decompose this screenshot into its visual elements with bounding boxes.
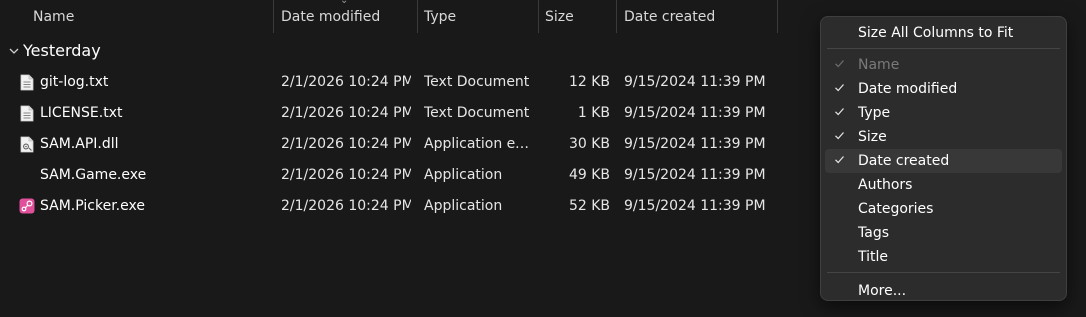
- column-divider[interactable]: [417, 0, 418, 33]
- file-date-modified: 2/1/2026 10:24 PM: [281, 198, 411, 214]
- file-name: SAM.Picker.exe: [40, 198, 145, 214]
- file-date-created: 9/15/2024 11:39 PM: [624, 167, 766, 183]
- menu-item-categories[interactable]: Categories: [825, 197, 1062, 221]
- file-date-modified: 2/1/2026 10:24 PM: [281, 105, 411, 121]
- group-header-yesterday[interactable]: Yesterday: [7, 38, 101, 64]
- text-file-icon: [20, 105, 34, 122]
- file-date-created: 9/15/2024 11:39 PM: [624, 136, 766, 152]
- menu-separator: [827, 48, 1060, 49]
- file-size: 1 KB: [577, 105, 610, 121]
- menu-item-label: Name: [858, 57, 900, 73]
- menu-item-label: Title: [858, 249, 889, 265]
- file-size: 52 KB: [568, 198, 610, 214]
- file-type: Application: [424, 198, 503, 214]
- checkmark-icon: [835, 156, 844, 164]
- file-date-modified: 2/1/2026 10:24 PM: [281, 167, 411, 183]
- column-header-size[interactable]: Size: [545, 0, 574, 33]
- column-header-type[interactable]: Type: [424, 0, 456, 33]
- file-row[interactable]: git-log.txt 2/1/2026 10:24 PM Text Docum…: [0, 67, 778, 98]
- file-row[interactable]: SAM.Game.exe 2/1/2026 10:24 PM Applicati…: [0, 160, 778, 191]
- file-row[interactable]: LICENSE.txt 2/1/2026 10:24 PM Text Docum…: [0, 98, 778, 129]
- menu-separator: [827, 272, 1060, 273]
- file-size: 49 KB: [568, 167, 610, 183]
- column-divider[interactable]: [777, 0, 778, 33]
- menu-item-authors[interactable]: Authors: [825, 173, 1062, 197]
- text-file-icon: [20, 74, 34, 91]
- column-header-date-created[interactable]: Date created: [624, 0, 715, 33]
- file-name: git-log.txt: [40, 74, 109, 90]
- column-header-name[interactable]: Name: [33, 0, 74, 33]
- file-date-modified: 2/1/2026 10:24 PM: [281, 136, 411, 152]
- file-type: Text Document: [424, 105, 530, 121]
- menu-item-label: Date created: [858, 153, 950, 169]
- file-name: SAM.API.dll: [40, 136, 119, 152]
- column-divider[interactable]: [273, 0, 274, 33]
- file-date-modified: 2/1/2026 10:24 PM: [281, 74, 411, 90]
- file-name: LICENSE.txt: [40, 105, 123, 121]
- column-header-date-modified[interactable]: Date modified: [281, 0, 380, 33]
- group-label: Yesterday: [23, 41, 101, 60]
- menu-item-label: Authors: [858, 177, 913, 193]
- menu-item-tags[interactable]: Tags: [825, 221, 1062, 245]
- file-type: Application ex...: [424, 136, 534, 152]
- chevron-down-icon[interactable]: [7, 44, 21, 58]
- column-divider[interactable]: [616, 0, 617, 33]
- menu-item-label: Type: [858, 105, 891, 121]
- checkmark-icon: [835, 108, 844, 116]
- menu-item-date-created[interactable]: Date created: [825, 149, 1062, 173]
- file-type: Text Document: [424, 74, 530, 90]
- column-context-menu: Size All Columns to Fit Name Date modifi…: [820, 16, 1067, 301]
- menu-item-label: Categories: [858, 201, 934, 217]
- file-size: 12 KB: [568, 74, 610, 90]
- checkmark-icon: [835, 84, 844, 92]
- column-divider[interactable]: [538, 0, 539, 33]
- checkmark-icon: [835, 60, 844, 68]
- menu-item-label: Size: [858, 129, 887, 145]
- dll-file-icon: [20, 136, 34, 153]
- checkmark-icon: [835, 132, 844, 140]
- menu-item-more[interactable]: More...: [825, 279, 1062, 303]
- file-date-created: 9/15/2024 11:39 PM: [624, 74, 766, 90]
- file-explorer-details-view: ⌄ Name Date modified Type Size Date crea…: [0, 0, 1086, 317]
- file-date-created: 9/15/2024 11:39 PM: [624, 105, 766, 121]
- menu-item-size[interactable]: Size: [825, 125, 1062, 149]
- menu-item-label: Tags: [858, 225, 889, 241]
- menu-item-name: Name: [825, 53, 1062, 77]
- menu-item-type[interactable]: Type: [825, 101, 1062, 125]
- menu-item-date-modified[interactable]: Date modified: [825, 77, 1062, 101]
- menu-item-size-all-columns-to-fit[interactable]: Size All Columns to Fit: [825, 21, 1062, 45]
- menu-item-title[interactable]: Title: [825, 245, 1062, 269]
- column-header-bar: ⌄ Name Date modified Type Size Date crea…: [0, 0, 778, 33]
- menu-item-label: More...: [858, 283, 907, 299]
- file-date-created: 9/15/2024 11:39 PM: [624, 198, 766, 214]
- file-size: 30 KB: [568, 136, 610, 152]
- menu-item-label: Date modified: [858, 81, 958, 97]
- file-row[interactable]: SAM.Picker.exe 2/1/2026 10:24 PM Applica…: [0, 191, 778, 222]
- file-type: Application: [424, 167, 503, 183]
- file-name: SAM.Game.exe: [40, 167, 147, 183]
- menu-item-label: Size All Columns to Fit: [858, 25, 1014, 41]
- sam-picker-app-icon: [19, 198, 35, 214]
- file-row[interactable]: SAM.API.dll 2/1/2026 10:24 PM Applicatio…: [0, 129, 778, 160]
